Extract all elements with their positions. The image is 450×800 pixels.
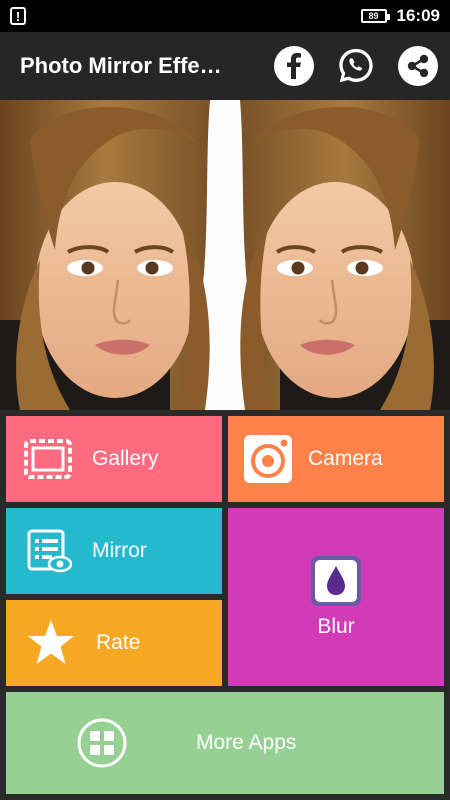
blur-tile[interactable]: Blur	[228, 508, 444, 686]
gallery-tile[interactable]: Gallery	[6, 416, 222, 502]
app-bar: Photo Mirror Effe…	[0, 32, 450, 100]
frame-icon	[22, 435, 74, 483]
mirror-label: Mirror	[92, 539, 147, 562]
facebook-icon	[287, 53, 301, 79]
star-icon	[26, 618, 76, 668]
grid-icon	[76, 717, 128, 769]
portrait-left	[0, 100, 210, 410]
app-actions	[274, 46, 438, 86]
battery-level: 89	[368, 10, 379, 21]
list-eye-icon	[26, 528, 72, 574]
gallery-label: Gallery	[92, 447, 159, 470]
menu-tiles: Gallery Camera Mirror Rate Blur More App…	[0, 410, 450, 800]
camera-label: Camera	[308, 447, 383, 470]
rate-label: Rate	[96, 631, 141, 654]
share-button[interactable]	[398, 46, 438, 86]
camera-tile[interactable]: Camera	[228, 416, 444, 502]
blur-label: Blur	[317, 615, 355, 638]
rate-tile[interactable]: Rate	[6, 600, 222, 686]
exclamation-notification-icon: !	[10, 7, 26, 25]
battery-icon: 89	[360, 9, 390, 23]
facebook-button[interactable]	[274, 46, 314, 86]
more-apps-label: More Apps	[196, 731, 297, 754]
app-title: Photo Mirror Effe…	[20, 53, 222, 78]
mirror-tile[interactable]: Mirror	[6, 508, 222, 594]
whatsapp-icon	[339, 48, 373, 83]
whatsapp-button[interactable]	[336, 46, 376, 86]
portrait-right	[240, 100, 450, 410]
status-bar: ! 89 16:09	[0, 0, 450, 32]
status-right: 89 16:09	[360, 6, 440, 26]
camera-lens-icon	[242, 433, 294, 485]
drop-icon	[310, 555, 362, 607]
more-apps-tile[interactable]: More Apps	[6, 692, 444, 794]
mirrored-portrait-image	[0, 100, 450, 410]
clock: 16:09	[396, 6, 440, 25]
portrait-illustration	[0, 100, 450, 410]
share-icon	[407, 54, 429, 78]
